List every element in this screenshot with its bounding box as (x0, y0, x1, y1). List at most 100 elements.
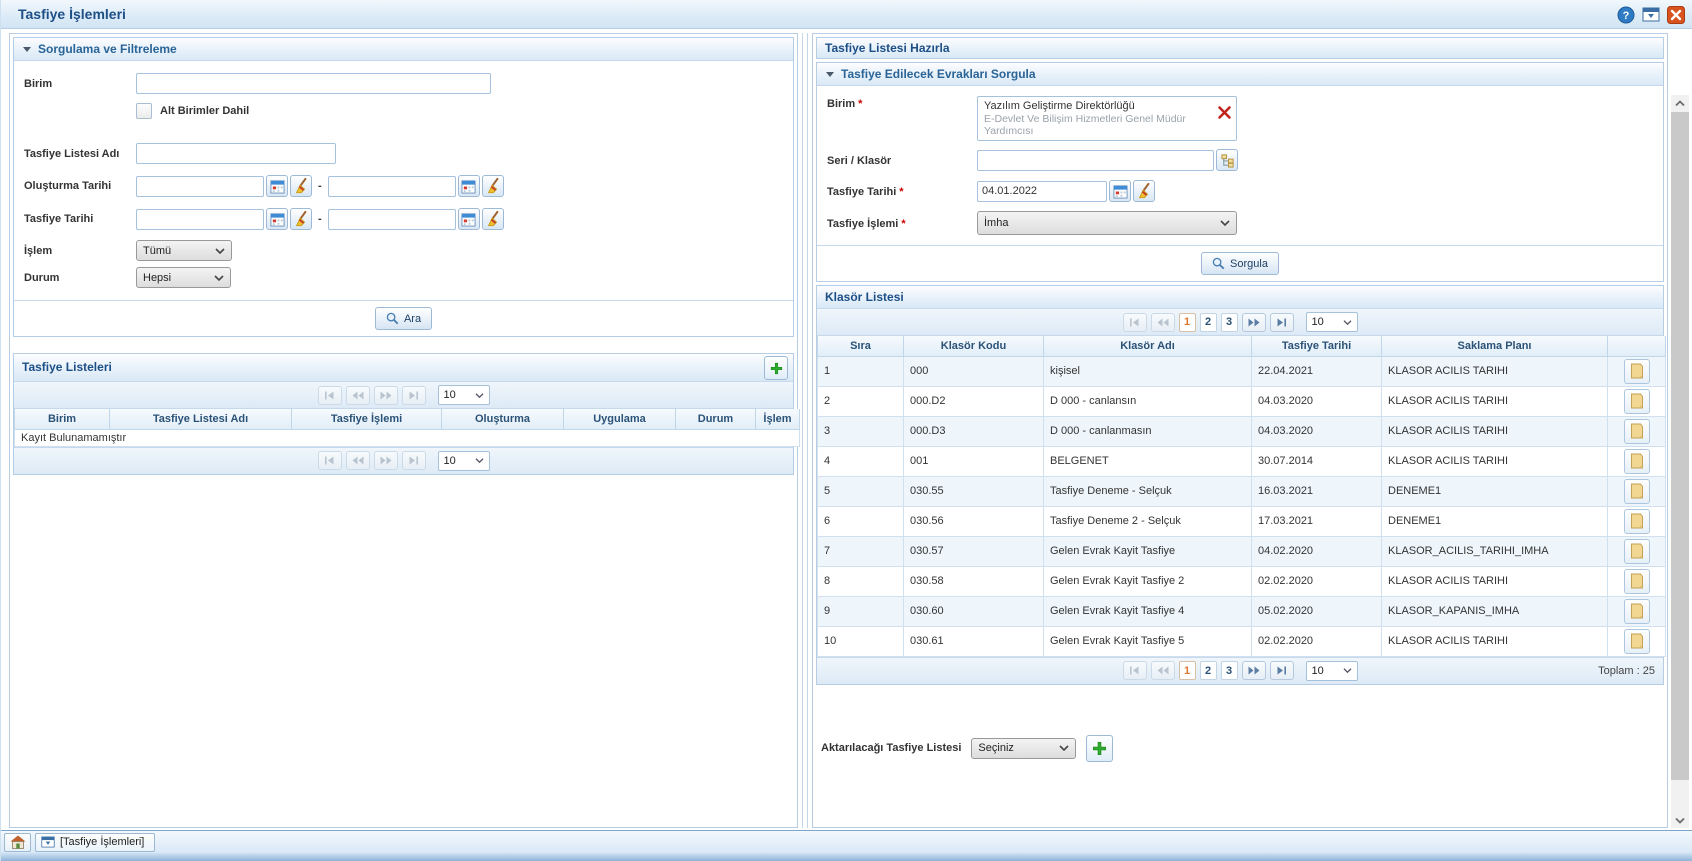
islem-select[interactable]: Tümü (136, 240, 232, 261)
page-number-3[interactable]: 3 (1221, 313, 1238, 332)
column-header[interactable]: Tasfiye Tarihi (1252, 336, 1382, 356)
birim-value-field[interactable]: Yazılım Geliştirme Direktörlüğü E-Devlet… (977, 96, 1237, 141)
vertical-scrollbar[interactable] (1671, 95, 1689, 828)
scrollbar-thumb[interactable] (1671, 112, 1689, 780)
table-row[interactable]: 1000kişisel22.04.2021KLASOR ACILIS TARIH… (818, 356, 1666, 386)
clear-birim-button[interactable] (1217, 105, 1232, 123)
next-page-button[interactable] (1242, 661, 1266, 680)
add-to-tasfiye-listesi-button[interactable] (1086, 735, 1113, 762)
ara-button[interactable]: Ara (375, 307, 432, 330)
column-header[interactable]: İşlem (756, 409, 800, 429)
tasfiye-tarihi-input[interactable] (977, 181, 1107, 202)
select-klasor-button[interactable] (1216, 149, 1238, 171)
olusturma-tarihi-end-input[interactable] (328, 176, 456, 197)
evrak-sorgula-header[interactable]: Tasfiye Edilecek Evrakları Sorgula (817, 63, 1663, 86)
column-header[interactable]: Tasfiye Listesi Adı (110, 409, 292, 429)
column-header[interactable]: Durum (676, 409, 756, 429)
calendar-icon (1113, 184, 1128, 199)
table-row[interactable]: 3000.D3D 000 - canlanmasın04.03.2020KLAS… (818, 416, 1666, 446)
birim-input[interactable] (136, 73, 491, 94)
table-row[interactable]: 7030.57Gelen Evrak Kayit Tasfiye04.02.20… (818, 536, 1666, 566)
minimize-button[interactable] (1641, 5, 1660, 24)
table-row[interactable]: 8030.58Gelen Evrak Kayit Tasfiye 202.02.… (818, 566, 1666, 596)
last-page-button[interactable] (1270, 661, 1294, 680)
tasfiye-islemi-select[interactable]: İmha (977, 211, 1237, 235)
aktarilacak-select[interactable]: Seçiniz (971, 738, 1076, 759)
page-size-select[interactable]: 10 (438, 451, 490, 471)
open-klasor-button[interactable] (1624, 539, 1650, 564)
plus-icon (1092, 741, 1107, 756)
calendar-button[interactable] (266, 208, 288, 230)
page-number-3[interactable]: 3 (1221, 661, 1238, 680)
next-page-button[interactable] (1242, 313, 1266, 332)
column-header[interactable]: Uygulama (564, 409, 676, 429)
remove-x-icon (1217, 105, 1232, 120)
close-button[interactable] (1666, 5, 1685, 24)
calendar-button[interactable] (1109, 180, 1131, 202)
taskbar: [Tasfiye İşlemleri] (1, 830, 1692, 853)
table-row[interactable]: 10030.61Gelen Evrak Kayit Tasfiye 502.02… (818, 626, 1666, 656)
page-number-2[interactable]: 2 (1200, 661, 1217, 680)
open-klasor-button[interactable] (1624, 509, 1650, 534)
cell-ad: Gelen Evrak Kayit Tasfiye (1044, 536, 1252, 566)
clear-date-button[interactable] (290, 175, 312, 197)
durum-select[interactable]: Hepsi (136, 267, 231, 288)
help-button[interactable]: ? (1616, 5, 1635, 24)
alt-birimler-checkbox[interactable] (136, 103, 152, 119)
open-klasor-button[interactable] (1624, 449, 1650, 474)
open-klasor-button[interactable] (1624, 419, 1650, 444)
clear-date-button[interactable] (1133, 180, 1155, 202)
page-number-2[interactable]: 2 (1200, 313, 1217, 332)
table-row[interactable]: 6030.56Tasfiye Deneme 2 - Selçuk17.03.20… (818, 506, 1666, 536)
clear-date-button[interactable] (482, 208, 504, 230)
olusturma-tarihi-start-input[interactable] (136, 176, 264, 197)
open-klasor-button[interactable] (1624, 479, 1650, 504)
open-klasor-button[interactable] (1624, 629, 1650, 654)
home-button[interactable] (4, 833, 31, 852)
table-row[interactable]: 2000.D2D 000 - canlansın04.03.2020KLASOR… (818, 386, 1666, 416)
add-tasfiye-listesi-button[interactable] (764, 356, 788, 380)
calendar-button[interactable] (458, 175, 480, 197)
scroll-up-button[interactable] (1671, 95, 1689, 111)
seri-klasor-input[interactable] (977, 150, 1214, 171)
document-icon (1630, 483, 1644, 499)
sorgulama-filtreleme-header[interactable]: Sorgulama ve Filtreleme (14, 38, 793, 61)
column-header[interactable]: Oluşturma (442, 409, 564, 429)
transfer-row: Aktarılacağı Tasfiye Listesi Seçiniz (813, 735, 1667, 762)
table-row[interactable]: 4001BELGENET30.07.2014KLASOR ACILIS TARI… (818, 446, 1666, 476)
clear-date-button[interactable] (482, 175, 504, 197)
tasfiye-listesi-adi-input[interactable] (136, 143, 336, 164)
column-header[interactable]: Tasfiye İşlemi (292, 409, 442, 429)
column-header[interactable]: Klasör Kodu (904, 336, 1044, 356)
clear-date-button[interactable] (290, 208, 312, 230)
tasfiye-tarihi-end-input[interactable] (328, 209, 456, 230)
sorgula-button[interactable]: Sorgula (1201, 252, 1279, 275)
column-header[interactable]: Saklama Planı (1382, 336, 1608, 356)
column-header[interactable]: Birim (15, 409, 110, 429)
table-header-row: BirimTasfiye Listesi AdıTasfiye İşlemiOl… (15, 409, 800, 429)
page-size-select[interactable]: 10 (1306, 312, 1358, 332)
table-row[interactable]: 5030.55Tasfiye Deneme - Selçuk16.03.2021… (818, 476, 1666, 506)
open-klasor-button[interactable] (1624, 359, 1650, 384)
last-page-button[interactable] (1270, 313, 1294, 332)
table-row[interactable]: 9030.60Gelen Evrak Kayit Tasfiye 405.02.… (818, 596, 1666, 626)
open-klasor-button[interactable] (1624, 389, 1650, 414)
column-header[interactable] (1608, 336, 1666, 356)
open-klasor-button[interactable] (1624, 599, 1650, 624)
calendar-button[interactable] (266, 175, 288, 197)
column-header[interactable]: Klasör Adı (1044, 336, 1252, 356)
cell-ad: D 000 - canlansın (1044, 386, 1252, 416)
search-icon (386, 312, 399, 325)
column-header[interactable]: Sıra (818, 336, 904, 356)
open-klasor-button[interactable] (1624, 569, 1650, 594)
panel-splitter[interactable] (802, 33, 808, 828)
taskbar-tab-tasfiye-islemleri[interactable]: [Tasfiye İşlemleri] (35, 833, 155, 852)
cell-kod: 030.60 (904, 596, 1044, 626)
page-size-select[interactable]: 10 (1306, 661, 1358, 681)
scroll-down-button[interactable] (1671, 812, 1689, 828)
next-page-icon (380, 456, 392, 465)
tasfiye-tarihi-start-input[interactable] (136, 209, 264, 230)
page-size-select[interactable]: 10 (438, 385, 490, 405)
chevron-down-icon (1343, 319, 1352, 326)
calendar-button[interactable] (458, 208, 480, 230)
